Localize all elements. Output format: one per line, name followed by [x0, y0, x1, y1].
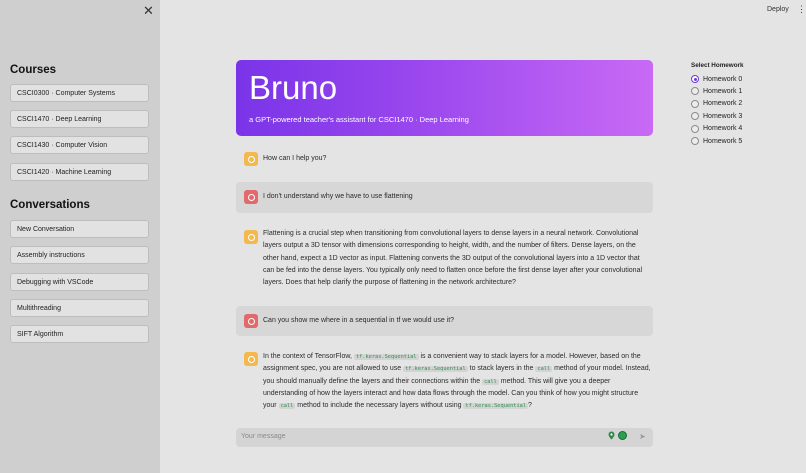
- chat-message-user: I don't understand why we have to use fl…: [236, 182, 653, 213]
- homework-option-label: Homework 4: [703, 125, 743, 133]
- radio-button-icon[interactable]: [691, 112, 699, 121]
- course-button-csci1420[interactable]: CSCI1420 · Machine Learning: [10, 163, 149, 181]
- homework-select-label: Select Homework: [691, 62, 744, 69]
- page-subtitle: a GPT-powered teacher's assistant for CS…: [249, 115, 469, 124]
- radio-button-icon[interactable]: [691, 137, 699, 145]
- conversation-button-sift[interactable]: SIFT Algorithm: [10, 325, 149, 343]
- close-sidebar-icon[interactable]: ✕: [143, 4, 154, 17]
- location-pin-icon[interactable]: [608, 431, 615, 440]
- inline-code: tf.keras.Sequential: [403, 366, 468, 373]
- course-button-csci0300[interactable]: CSCI0300 · Computer Systems: [10, 84, 149, 102]
- radio-button-icon[interactable]: [691, 124, 699, 133]
- radio-button-icon[interactable]: [691, 75, 699, 83]
- homework-option-label: Homework 0: [703, 75, 743, 83]
- chat-message-bot: In the context of TensorFlow, tf.keras.S…: [236, 349, 653, 415]
- message-text: I don't understand why we have to use fl…: [263, 193, 413, 200]
- inline-code: call: [535, 366, 553, 373]
- inline-code: tf.keras.Sequential: [353, 354, 419, 360]
- chat-input[interactable]: Your message ➤: [236, 428, 653, 447]
- course-button-csci1470[interactable]: CSCI1470 · Deep Learning: [10, 110, 149, 128]
- chat-input-placeholder: Your message: [241, 433, 286, 440]
- bot-avatar-icon: [244, 152, 258, 166]
- send-icon[interactable]: ➤: [639, 432, 646, 441]
- homework-option-label: Homework 1: [703, 87, 743, 95]
- homework-option-3[interactable]: Homework 3: [691, 112, 743, 121]
- bot-avatar-icon: [244, 230, 258, 244]
- conversation-button-debugging[interactable]: Debugging with VSCode: [10, 273, 149, 291]
- conversation-button-new[interactable]: New Conversation: [10, 220, 149, 238]
- course-button-csci1430[interactable]: CSCI1430 · Computer Vision: [10, 136, 149, 154]
- radio-button-icon[interactable]: [691, 87, 699, 96]
- homework-option-label: Homework 2: [703, 100, 743, 108]
- message-text: Can you show me where in a sequential in…: [263, 317, 455, 324]
- inline-code: call: [482, 378, 499, 385]
- homework-option-1[interactable]: Homework 1: [691, 87, 743, 96]
- radio-button-icon[interactable]: [691, 99, 699, 108]
- inline-code: tf.keras.Sequential: [463, 403, 529, 410]
- homework-option-0[interactable]: Homework 0: [691, 75, 742, 83]
- homework-option-5[interactable]: Homework 5: [691, 137, 742, 145]
- main-menu-icon[interactable]: ⋮: [797, 5, 806, 14]
- conversations-heading: Conversations: [10, 199, 90, 211]
- conversation-button-assembly[interactable]: Assembly instructions: [10, 246, 149, 264]
- message-text: How can I help you?: [263, 155, 327, 162]
- chat-message-bot: How can I help you?: [236, 149, 653, 169]
- deploy-button[interactable]: Deploy: [767, 6, 789, 13]
- courses-heading: Courses: [10, 64, 57, 76]
- inline-code: call: [278, 403, 296, 410]
- chat-message-user: Can you show me where in a sequential in…: [236, 306, 653, 336]
- chat-message-bot: Flattening is a crucial step when transi…: [236, 226, 653, 292]
- homework-option-label: Homework 5: [703, 137, 743, 145]
- user-avatar-icon: [244, 314, 258, 328]
- homework-option-4[interactable]: Homework 4: [691, 124, 743, 133]
- user-avatar-icon: [244, 190, 258, 204]
- hero-banner: Bruno a GPT-powered teacher's assistant …: [236, 60, 653, 136]
- message-text: Flattening is a crucial step when transi…: [263, 230, 643, 287]
- homework-option-2[interactable]: Homework 2: [691, 99, 743, 108]
- homework-option-label: Homework 3: [703, 112, 743, 120]
- conversation-button-multithreading[interactable]: Multithreading: [10, 299, 149, 317]
- bot-avatar-icon: [244, 352, 258, 366]
- page-title: Bruno: [249, 69, 338, 106]
- sidebar: ✕ Courses CSCI0300 · Computer Systems CS…: [0, 0, 160, 473]
- grammar-check-icon[interactable]: [618, 431, 627, 440]
- message-text: In the context of TensorFlow, tf.keras.S…: [263, 353, 651, 410]
